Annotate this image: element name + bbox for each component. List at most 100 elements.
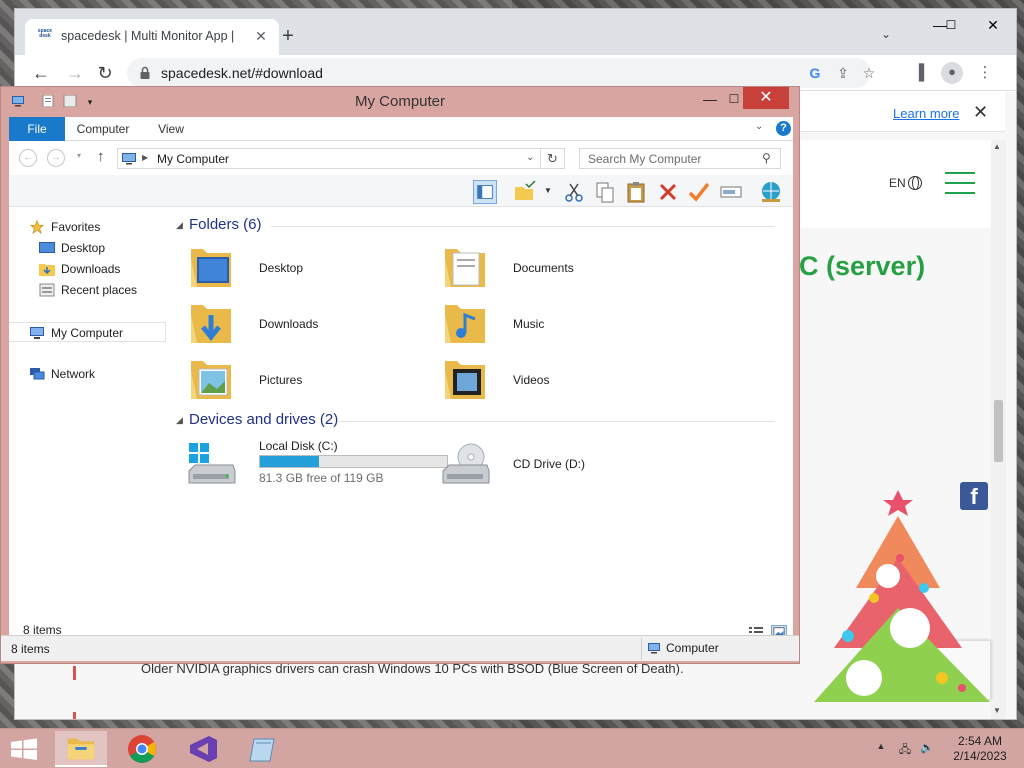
up-arrow-icon[interactable]: ↑ (97, 148, 105, 165)
show-hidden-icons-icon[interactable]: ▲ (872, 741, 890, 757)
checkmark-icon[interactable] (687, 180, 711, 204)
drive-cd-d[interactable]: CD Drive (D:) (441, 439, 693, 495)
browser-tab[interactable]: space desk spacedesk | Multi Monitor App… (25, 19, 279, 55)
collapse-caret-icon[interactable]: ◢ (176, 220, 183, 231)
forward-icon[interactable]: → (63, 61, 87, 85)
network-globe-icon[interactable] (759, 180, 783, 204)
browser-maximize-button[interactable]: ☐ (936, 13, 966, 37)
explorer-close-button[interactable]: ✕ (743, 87, 789, 109)
address-bar[interactable]: spacedesk.net/#download G ⇪ ☆ (127, 58, 875, 88)
rename-icon[interactable] (719, 180, 743, 204)
nav-network[interactable]: Network (29, 364, 185, 384)
refresh-icon[interactable]: ↻ (541, 148, 565, 169)
delete-icon[interactable] (656, 180, 680, 204)
breadcrumb-separator-icon[interactable]: ▶ (142, 153, 148, 162)
page-scrollbar[interactable]: ▲ ▼ (991, 140, 1006, 719)
folder-downloads[interactable]: Downloads (187, 299, 437, 351)
cut-icon[interactable] (562, 180, 586, 204)
command-toolbar: ▼ (9, 175, 793, 207)
computer-icon (30, 327, 44, 339)
breadcrumb-my-computer[interactable]: My Computer (157, 152, 229, 166)
scroll-up-icon[interactable]: ▲ (993, 142, 1001, 151)
address-dropdown-icon[interactable]: ⌄ (526, 152, 534, 163)
folder-desktop[interactable]: Desktop (187, 243, 437, 295)
bookmark-star-icon[interactable]: ☆ (859, 63, 879, 83)
navigation-pane: Favorites Desktop Downloads Recent place… (9, 207, 167, 621)
taskbar: ▲ 🖧 🔈 2:54 AM 2/14/2023 (0, 728, 1024, 768)
drive-local-disk-c[interactable]: Local Disk (C:) 81.3 GB free of 119 GB (187, 439, 448, 495)
globe-icon (907, 176, 922, 190)
forward-arrow-icon[interactable]: → (47, 149, 65, 167)
notepad-taskbar-icon[interactable] (238, 731, 290, 767)
expand-ribbon-icon[interactable]: ⌄ (755, 121, 763, 132)
profile-avatar-icon[interactable]: ● (941, 62, 963, 84)
new-tab-button[interactable]: + (277, 25, 299, 47)
explorer-minimize-button[interactable]: — (699, 88, 721, 110)
christmas-tree-decoration (814, 490, 990, 702)
recent-locations-icon[interactable]: ▾ (77, 151, 81, 160)
google-translate-icon[interactable]: G (805, 63, 825, 83)
tab-title: spacedesk | Multi Monitor App | (61, 29, 235, 43)
desktop-icon (39, 242, 55, 253)
explorer-address-bar[interactable]: ▶ My Computer ⌄ (117, 148, 541, 169)
folder-pictures[interactable]: Pictures (187, 355, 437, 407)
nav-my-computer[interactable]: My Computer (9, 322, 166, 342)
tab-search-icon[interactable]: ⌄ (876, 27, 896, 47)
devices-group-header[interactable]: ◢ Devices and drives (2) (167, 410, 783, 432)
nav-favorites[interactable]: Favorites (29, 217, 185, 237)
explorer-window: ▾ My Computer — ☐ ✕ File Computer View ⌄… (0, 86, 800, 664)
tab-computer[interactable]: Computer (71, 117, 135, 141)
status-location-label: Computer (666, 641, 719, 655)
help-icon[interactable]: ? (776, 121, 791, 136)
computer-icon (648, 643, 660, 654)
folder-options-dropdown-icon[interactable]: ▼ (544, 186, 552, 195)
folder-music[interactable]: Music (441, 299, 691, 351)
folder-label: Desktop (259, 261, 304, 275)
volume-icon[interactable]: 🔈 (918, 741, 936, 757)
copy-icon[interactable] (593, 180, 617, 204)
tab-view[interactable]: View (149, 117, 193, 141)
nav-network-label: Network (51, 367, 96, 381)
side-panel-icon[interactable]: ▐ (909, 63, 929, 83)
nav-computer-label: My Computer (51, 326, 124, 340)
tab-strip: space desk spacedesk | Multi Monitor App… (15, 9, 1016, 55)
system-clock[interactable]: 2:54 AM 2/14/2023 (950, 734, 1010, 764)
reload-icon[interactable]: ↻ (93, 61, 117, 85)
scroll-down-icon[interactable]: ▼ (993, 706, 1001, 715)
preview-pane-icon[interactable] (473, 180, 497, 204)
desktop-folder-icon (191, 249, 231, 287)
page-heading: C (server) (799, 251, 926, 281)
collapse-caret-icon[interactable]: ◢ (176, 415, 183, 426)
drive-name: Local Disk (C:) (259, 439, 338, 453)
language-selector[interactable]: EN (889, 176, 922, 190)
learn-more-link[interactable]: Learn more (893, 106, 959, 121)
tab-file[interactable]: File (9, 117, 65, 141)
nav-favorites-label: Favorites (51, 220, 101, 234)
paste-icon[interactable] (624, 180, 648, 204)
explorer-maximize-button[interactable]: ☐ (723, 88, 745, 110)
folders-group-header[interactable]: ◢ Folders (6) (167, 215, 783, 237)
explorer-titlebar[interactable]: ▾ My Computer — ☐ ✕ (1, 87, 799, 115)
downloads-folder-icon (39, 264, 55, 276)
hamburger-menu-icon[interactable] (945, 172, 975, 194)
recent-places-icon (39, 283, 55, 297)
visual-studio-taskbar-icon[interactable] (177, 731, 229, 767)
back-icon[interactable]: ← (29, 61, 53, 85)
windows-start-icon[interactable] (0, 729, 50, 768)
chrome-taskbar-icon[interactable] (116, 731, 168, 767)
file-explorer-taskbar-icon[interactable] (55, 731, 107, 767)
folder-documents[interactable]: Documents (441, 243, 691, 295)
network-tray-icon[interactable]: 🖧 (896, 741, 914, 757)
share-icon[interactable]: ⇪ (833, 63, 853, 83)
scroll-thumb[interactable] (994, 400, 1003, 462)
address-row: ← → ▾ ↑ ▶ My Computer ⌄ ↻ Search My Comp… (9, 141, 793, 175)
tab-close-icon[interactable]: ✕ (251, 26, 271, 46)
chrome-menu-icon[interactable]: ⋮ (975, 63, 995, 83)
folder-videos[interactable]: Videos (441, 355, 691, 407)
folder-options-icon[interactable] (513, 180, 537, 204)
back-arrow-icon[interactable]: ← (19, 149, 37, 167)
browser-close-button[interactable]: ✕ (970, 13, 1016, 37)
red-bullet-marker (73, 666, 76, 680)
cookie-close-icon[interactable]: ✕ (973, 102, 988, 123)
explorer-search-input[interactable]: Search My Computer ⚲ (579, 148, 781, 169)
